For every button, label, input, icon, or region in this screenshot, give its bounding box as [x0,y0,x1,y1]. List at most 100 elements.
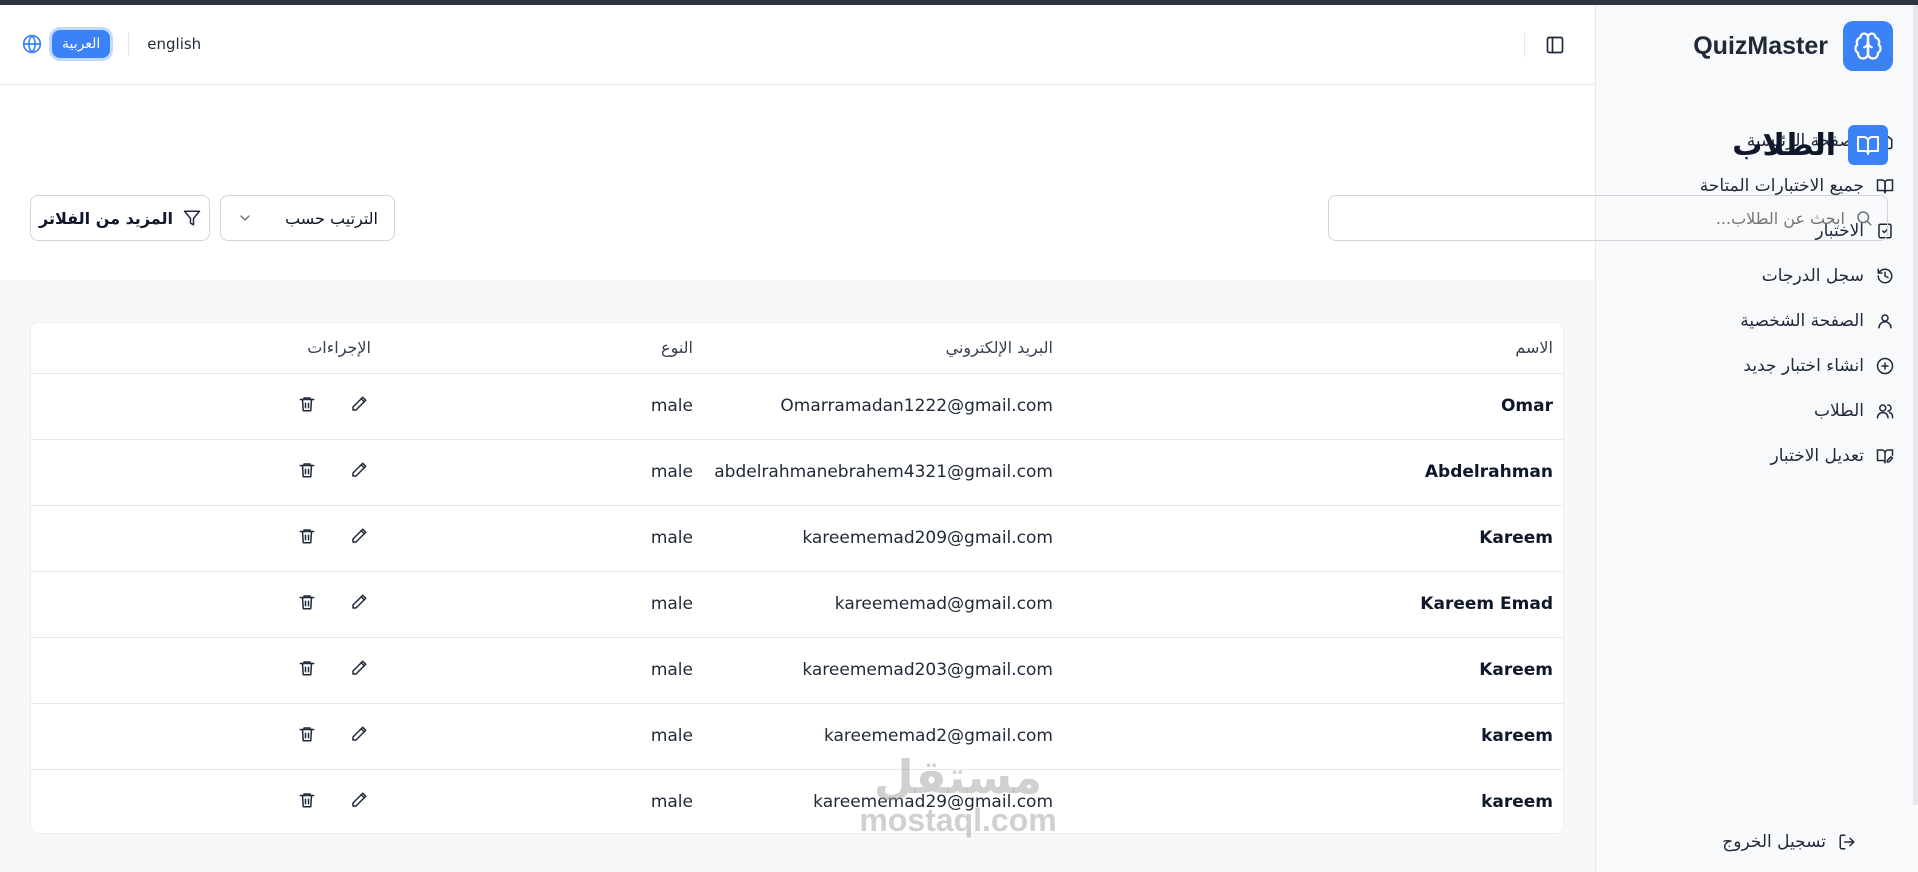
sort-select[interactable]: الترتيب حسب [220,195,395,241]
actions-header-label: الإجراءات [307,338,371,358]
edit-icon[interactable] [350,791,368,814]
logout-button[interactable]: تسجيل الخروج [1722,832,1856,852]
delete-icon[interactable] [298,725,316,748]
table-row: Abdelrahman abdelrahmanebrahem4321@gmail.… [31,439,1563,506]
edit-icon[interactable] [350,659,368,682]
delete-icon[interactable] [298,791,316,814]
language-switcher: العربية english [22,30,201,58]
edit-icon[interactable] [350,395,368,418]
row-actions [31,373,368,440]
column-header-actions: الإجراءات [31,323,371,374]
edit-icon[interactable] [350,593,368,616]
table-header-row: الاسم البريد الإلكتروني النوع الإجراءات [31,323,1563,374]
student-name: Kareem [1063,505,1563,572]
sidebar-item-create-quiz[interactable]: انشاء اختبار جديد [1624,343,1894,388]
student-gender: male [368,703,703,770]
user-icon [1878,313,1892,328]
delete-icon[interactable] [298,461,316,484]
student-gender: male [368,571,703,638]
row-actions [31,571,368,638]
student-email: kareememad209@gmail.com [703,505,1063,572]
table-row: Omar Omarramadan1222@gmail.com male [31,373,1563,440]
book-open-icon [1876,178,1894,193]
sidebar-item-label: الطلاب [1814,400,1864,421]
history-icon [1877,268,1893,283]
logout-label: تسجيل الخروج [1722,832,1826,852]
search-input[interactable] [1343,208,1845,228]
student-gender: male [368,439,703,506]
page-header: الطلاب [1732,125,1888,165]
table-row: kareem kareememad29@gmail.com male [31,769,1563,833]
brand[interactable]: QuizMaster [1693,21,1893,71]
student-email: kareememad29@gmail.com [813,792,1053,813]
sidebar-scrollbar[interactable] [1913,5,1918,805]
column-header-gender[interactable]: النوع [368,323,703,374]
edit-icon[interactable] [350,527,368,550]
lang-divider [128,32,130,56]
edit-icon[interactable] [350,725,368,748]
page-title: الطلاب [1732,127,1836,163]
student-gender: male [368,505,703,572]
plus-circle-icon [1876,357,1894,374]
delete-icon[interactable] [298,527,316,550]
logout-icon [1839,834,1855,850]
more-filters-button[interactable]: المزيد من الفلاتر [30,195,210,241]
book-open-icon [1848,125,1888,165]
chevron-down-icon [240,215,250,221]
table-row: Kareem Emad kareememad@gmail.com male [31,571,1563,638]
table-row: Kareem kareememad203@gmail.com male [31,637,1563,704]
header-divider [1524,33,1525,57]
sidebar-item-grades-history[interactable]: سجل الدرجات [1624,253,1894,298]
row-actions [31,637,368,704]
student-name: kareem [1063,703,1563,770]
top-header: العربية english [0,5,1595,85]
column-header-email[interactable]: البريد الإلكتروني [703,323,1063,374]
row-actions [31,505,368,572]
row-actions [31,703,368,770]
sidebar-toggle-button[interactable] [1545,35,1565,59]
student-email: kareememad2@gmail.com [703,703,1063,770]
sidebar-item-label: تعديل الاختبار [1770,445,1864,466]
sidebar-item-label: جميع الاختبارات المتاحة [1699,175,1864,196]
more-filters-label: المزيد من الفلاتر [39,208,173,228]
search-box[interactable] [1328,195,1888,241]
brain-icon [1843,21,1893,71]
sidebar-item-students[interactable]: الطلاب [1624,388,1894,433]
sidebar-item-profile[interactable]: الصفحة الشخصية [1624,298,1894,343]
sidebar-item-label: الصفحة الشخصية [1740,310,1864,331]
delete-icon[interactable] [298,395,316,418]
student-email: Omarramadan1222@gmail.com [703,373,1063,440]
filter-icon [183,210,201,226]
student-gender: male [368,637,703,704]
app-name: QuizMaster [1693,31,1828,60]
student-name: Kareem [1063,637,1563,704]
users-icon [1876,403,1894,418]
sidebar-item-edit-quiz[interactable]: تعديل الاختبار [1624,433,1894,478]
sidebar-item-label: سجل الدرجات [1761,265,1864,286]
student-gender: male [650,792,693,813]
delete-icon[interactable] [298,593,316,616]
table-row: Kareem kareememad209@gmail.com male [31,505,1563,572]
student-name: Kareem Emad [1063,571,1563,638]
student-email: kareememad203@gmail.com [703,637,1063,704]
lang-arabic-button[interactable]: العربية [52,30,111,58]
sidebar-item-label: انشاء اختبار جديد [1743,355,1864,376]
student-name: Abdelrahman [1063,439,1563,506]
globe-icon[interactable] [22,34,42,54]
student-name: Omar [1063,373,1563,440]
row-actions [31,439,368,506]
delete-icon[interactable] [298,659,316,682]
sidebar-nav: الصفحة الرئيسية جميع الاختبارات المتاحة … [1624,118,1894,478]
edit-icon[interactable] [350,461,368,484]
lang-english-button[interactable]: english [147,35,201,53]
panel-icon [1546,36,1564,54]
table-row: kareem kareememad2@gmail.com male [31,703,1563,770]
student-name: kareem [1481,792,1553,813]
column-header-name[interactable]: الاسم [1063,323,1563,374]
student-email: abdelrahmanebrahem4321@gmail.com [703,439,1063,506]
student-email: kareememad@gmail.com [703,571,1063,638]
book-edit-icon [1876,448,1894,463]
sort-label: الترتيب حسب [285,208,378,228]
row-actions [31,769,368,833]
search-icon [1857,211,1872,226]
